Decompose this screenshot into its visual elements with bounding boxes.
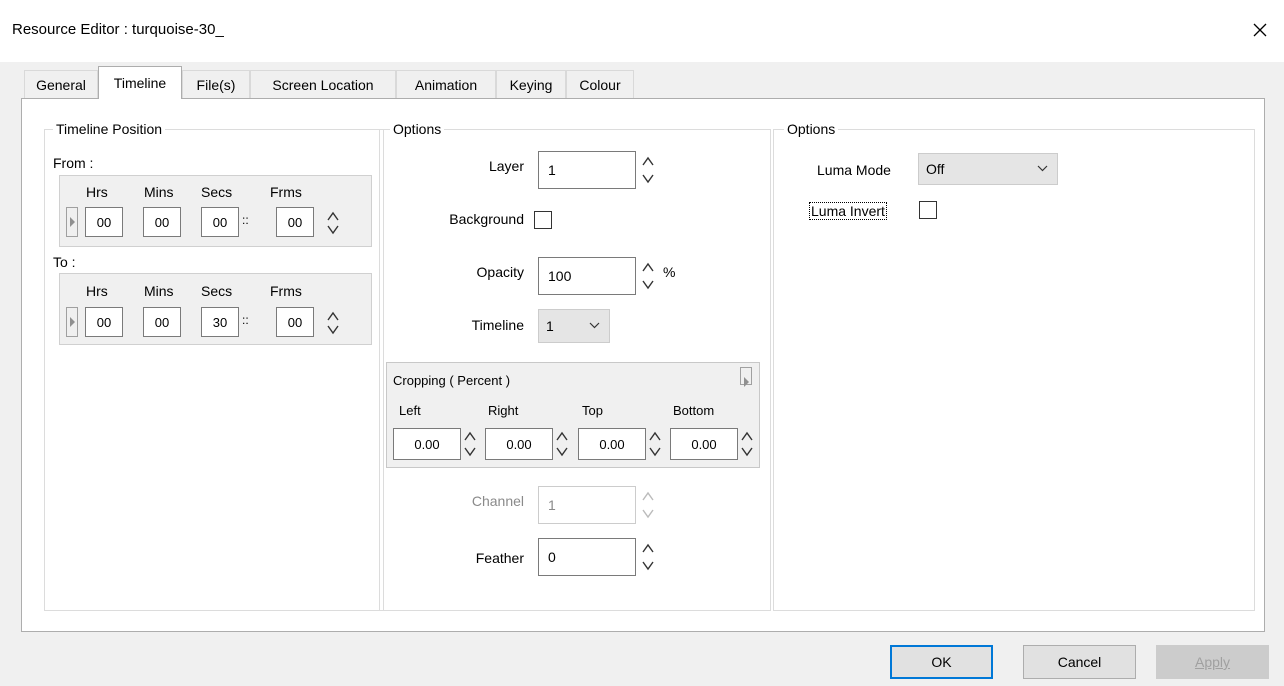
crop-top-field[interactable]: 0.00 bbox=[578, 428, 646, 460]
frms-header: Frms bbox=[270, 283, 302, 299]
crop-right-spinner[interactable] bbox=[555, 428, 569, 460]
from-timecode: Hrs Mins Secs Frms 00 00 00 :: 00 bbox=[59, 175, 372, 247]
hrs-header: Hrs bbox=[86, 283, 108, 299]
from-spinner[interactable] bbox=[326, 208, 340, 238]
mins-header: Mins bbox=[144, 283, 174, 299]
from-label: From : bbox=[53, 155, 94, 171]
spin-arrows-icon bbox=[327, 211, 339, 235]
opacity-spinner[interactable] bbox=[641, 258, 655, 294]
luma-mode-select[interactable]: Off bbox=[918, 153, 1058, 185]
spin-arrows-icon bbox=[642, 543, 654, 571]
cropping-expand-arrow[interactable] bbox=[740, 367, 752, 387]
apply-button: Apply bbox=[1156, 645, 1269, 679]
to-hrs-field[interactable]: 00 bbox=[85, 307, 123, 337]
opacity-field[interactable]: 100 bbox=[538, 257, 636, 295]
luma-mode-label: Luma Mode bbox=[817, 162, 891, 178]
crop-right-header: Right bbox=[488, 403, 519, 418]
spin-arrows-icon bbox=[642, 491, 654, 519]
timeline-position-legend: Timeline Position bbox=[53, 121, 166, 137]
hrs-header: Hrs bbox=[86, 184, 108, 200]
to-expand-arrow[interactable] bbox=[66, 307, 78, 337]
secs-header: Secs bbox=[201, 184, 233, 200]
close-icon bbox=[1253, 23, 1267, 37]
luma-invert-checkbox[interactable] bbox=[919, 201, 937, 219]
from-expand-arrow[interactable] bbox=[66, 207, 78, 237]
tab-keying[interactable]: Keying bbox=[496, 70, 566, 98]
to-separator: :: bbox=[242, 313, 249, 327]
opacity-label: Opacity bbox=[476, 264, 524, 280]
crop-left-spinner[interactable] bbox=[463, 428, 477, 460]
tab-files[interactable]: File(s) bbox=[182, 70, 250, 98]
frms-header: Frms bbox=[270, 184, 302, 200]
crop-bottom-field[interactable]: 0.00 bbox=[670, 428, 738, 460]
feather-label: Feather bbox=[475, 550, 524, 566]
to-secs-field[interactable]: 30 bbox=[201, 307, 239, 337]
chevron-down-icon bbox=[1037, 165, 1048, 172]
spin-arrows-icon bbox=[642, 262, 654, 290]
crop-bottom-spinner[interactable] bbox=[740, 428, 754, 460]
crop-left-field[interactable]: 0.00 bbox=[393, 428, 461, 460]
channel-label: Channel bbox=[471, 493, 524, 509]
timeline-select[interactable]: 1 bbox=[538, 309, 610, 343]
tab-general[interactable]: General bbox=[24, 70, 98, 98]
window-title: Resource Editor : turquoise-30_ bbox=[12, 21, 224, 38]
to-label: To : bbox=[53, 254, 76, 270]
crop-top-header: Top bbox=[582, 403, 603, 418]
spin-arrows-icon bbox=[327, 311, 339, 335]
crop-bottom-header: Bottom bbox=[673, 403, 715, 418]
cancel-button[interactable]: Cancel bbox=[1023, 645, 1136, 679]
cropping-panel: Cropping ( Percent ) Left Right Top Bott… bbox=[386, 362, 760, 468]
from-mins-field[interactable]: 00 bbox=[143, 207, 181, 237]
crop-right-field[interactable]: 0.00 bbox=[485, 428, 553, 460]
luma-mode-value: Off bbox=[926, 161, 945, 177]
ok-button[interactable]: OK bbox=[890, 645, 993, 679]
background-checkbox[interactable] bbox=[534, 211, 552, 229]
close-button[interactable] bbox=[1244, 14, 1276, 46]
options-middle-legend: Options bbox=[390, 121, 445, 137]
layer-spinner[interactable] bbox=[641, 152, 655, 188]
options-right-legend: Options bbox=[784, 121, 839, 137]
spin-arrows-icon bbox=[464, 431, 476, 457]
crop-top-spinner[interactable] bbox=[648, 428, 662, 460]
from-frms-field[interactable]: 00 bbox=[276, 207, 314, 237]
timeline-select-value: 1 bbox=[546, 318, 554, 334]
spin-arrows-icon bbox=[741, 431, 753, 457]
to-spinner[interactable] bbox=[326, 308, 340, 338]
cropping-title: Cropping ( Percent ) bbox=[393, 373, 511, 388]
secs-header: Secs bbox=[201, 283, 233, 299]
tab-timeline[interactable]: Timeline bbox=[98, 66, 182, 99]
to-mins-field[interactable]: 00 bbox=[143, 307, 181, 337]
feather-field[interactable]: 0 bbox=[538, 538, 636, 576]
mins-header: Mins bbox=[144, 184, 174, 200]
spin-arrows-icon bbox=[642, 156, 654, 184]
to-frms-field[interactable]: 00 bbox=[276, 307, 314, 337]
channel-spinner bbox=[641, 487, 655, 523]
tab-screen-location[interactable]: Screen Location bbox=[250, 70, 396, 98]
to-timecode: Hrs Mins Secs Frms 00 00 30 :: 00 bbox=[59, 273, 372, 345]
spin-arrows-icon bbox=[556, 431, 568, 457]
from-separator: :: bbox=[242, 213, 249, 227]
tab-colour[interactable]: Colour bbox=[566, 70, 634, 98]
luma-invert-label[interactable]: Luma Invert bbox=[809, 202, 887, 220]
crop-left-header: Left bbox=[399, 403, 421, 418]
background-label: Background bbox=[449, 211, 524, 227]
channel-field: 1 bbox=[538, 486, 636, 524]
layer-field[interactable]: 1 bbox=[538, 151, 636, 189]
timeline-tab-panel: Timeline Position From : Hrs Mins Secs F… bbox=[21, 98, 1265, 632]
layer-label: Layer bbox=[488, 158, 524, 174]
feather-spinner[interactable] bbox=[641, 539, 655, 575]
from-hrs-field[interactable]: 00 bbox=[85, 207, 123, 237]
spin-arrows-icon bbox=[649, 431, 661, 457]
from-secs-field[interactable]: 00 bbox=[201, 207, 239, 237]
tab-animation[interactable]: Animation bbox=[396, 70, 496, 98]
timeline-label: Timeline bbox=[471, 317, 524, 333]
opacity-unit: % bbox=[663, 264, 676, 280]
title-bar: Resource Editor : turquoise-30_ bbox=[0, 0, 1284, 62]
chevron-down-icon bbox=[589, 322, 600, 329]
